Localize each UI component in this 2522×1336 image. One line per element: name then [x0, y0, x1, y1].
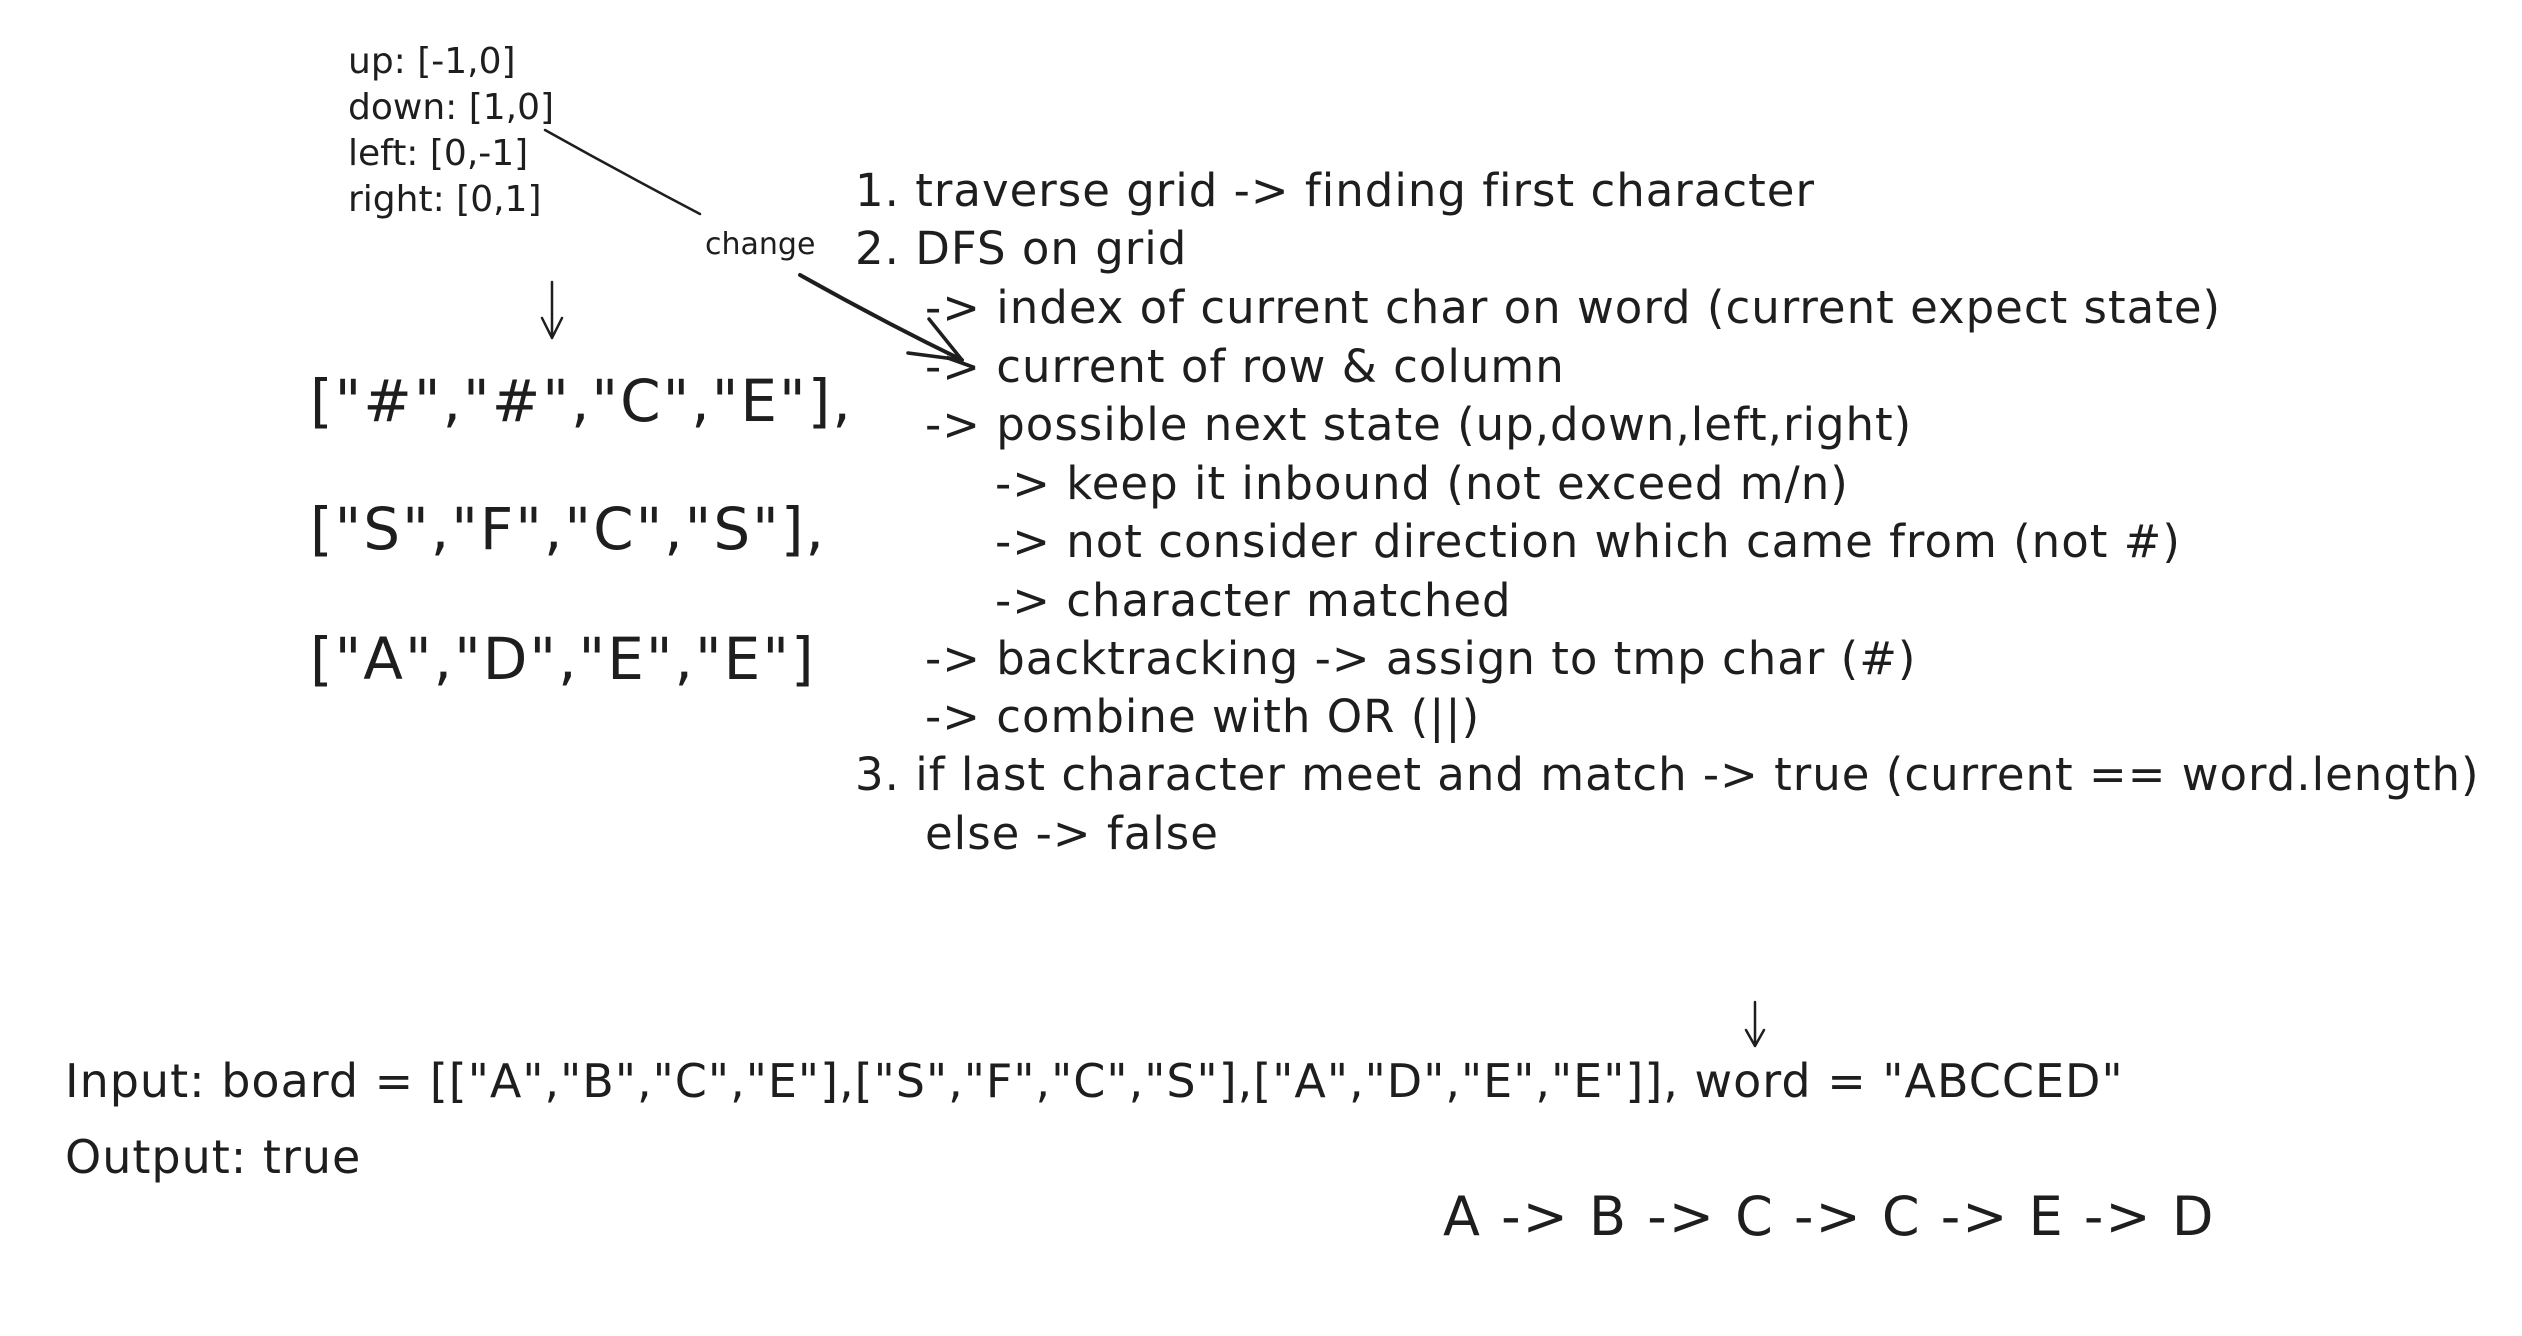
grid-down-arrow	[540, 280, 564, 340]
path-sequence: A -> B -> C -> C -> E -> D	[1443, 1185, 2216, 1248]
direction-left: left: [0,-1]	[348, 133, 529, 174]
word-down-arrow	[1744, 1000, 1766, 1048]
direction-right: right: [0,1]	[348, 179, 542, 220]
step-2-inbound: -> keep it inbound (not exceed m/n)	[995, 457, 1849, 510]
grid-row-2: ["S","F","C","S"],	[310, 495, 826, 563]
step-2-char-matched: -> character matched	[995, 574, 1512, 627]
output-line: Output: true	[65, 1130, 362, 1184]
change-label: change	[705, 227, 816, 262]
step-1: 1. traverse grid -> finding first charac…	[855, 164, 1815, 217]
step-3-else: else -> false	[925, 807, 1219, 860]
step-2-next-state: -> possible next state (up,down,left,rig…	[925, 398, 1913, 451]
step-2-combine-or: -> combine with OR (||)	[925, 690, 1481, 743]
direction-down: down: [1,0]	[348, 87, 555, 128]
grid-row-1: ["#","#","C","E"],	[310, 367, 853, 435]
step-2-backtracking: -> backtracking -> assign to tmp char (#…	[925, 632, 1917, 685]
grid-row-3: ["A","D","E","E"]	[310, 625, 816, 693]
change-connector-line	[543, 128, 702, 216]
step-3: 3. if last character meet and match -> t…	[855, 748, 2480, 801]
step-2: 2. DFS on grid	[855, 222, 1188, 275]
input-line: Input: board = [["A","B","C","E"],["S","…	[65, 1054, 2124, 1108]
step-2-index: -> index of current char on word (curren…	[925, 281, 2222, 334]
step-2-not-came-from: -> not consider direction which came fro…	[995, 515, 2181, 568]
direction-up: up: [-1,0]	[348, 41, 516, 82]
step-2-position: -> current of row & column	[925, 340, 1565, 393]
